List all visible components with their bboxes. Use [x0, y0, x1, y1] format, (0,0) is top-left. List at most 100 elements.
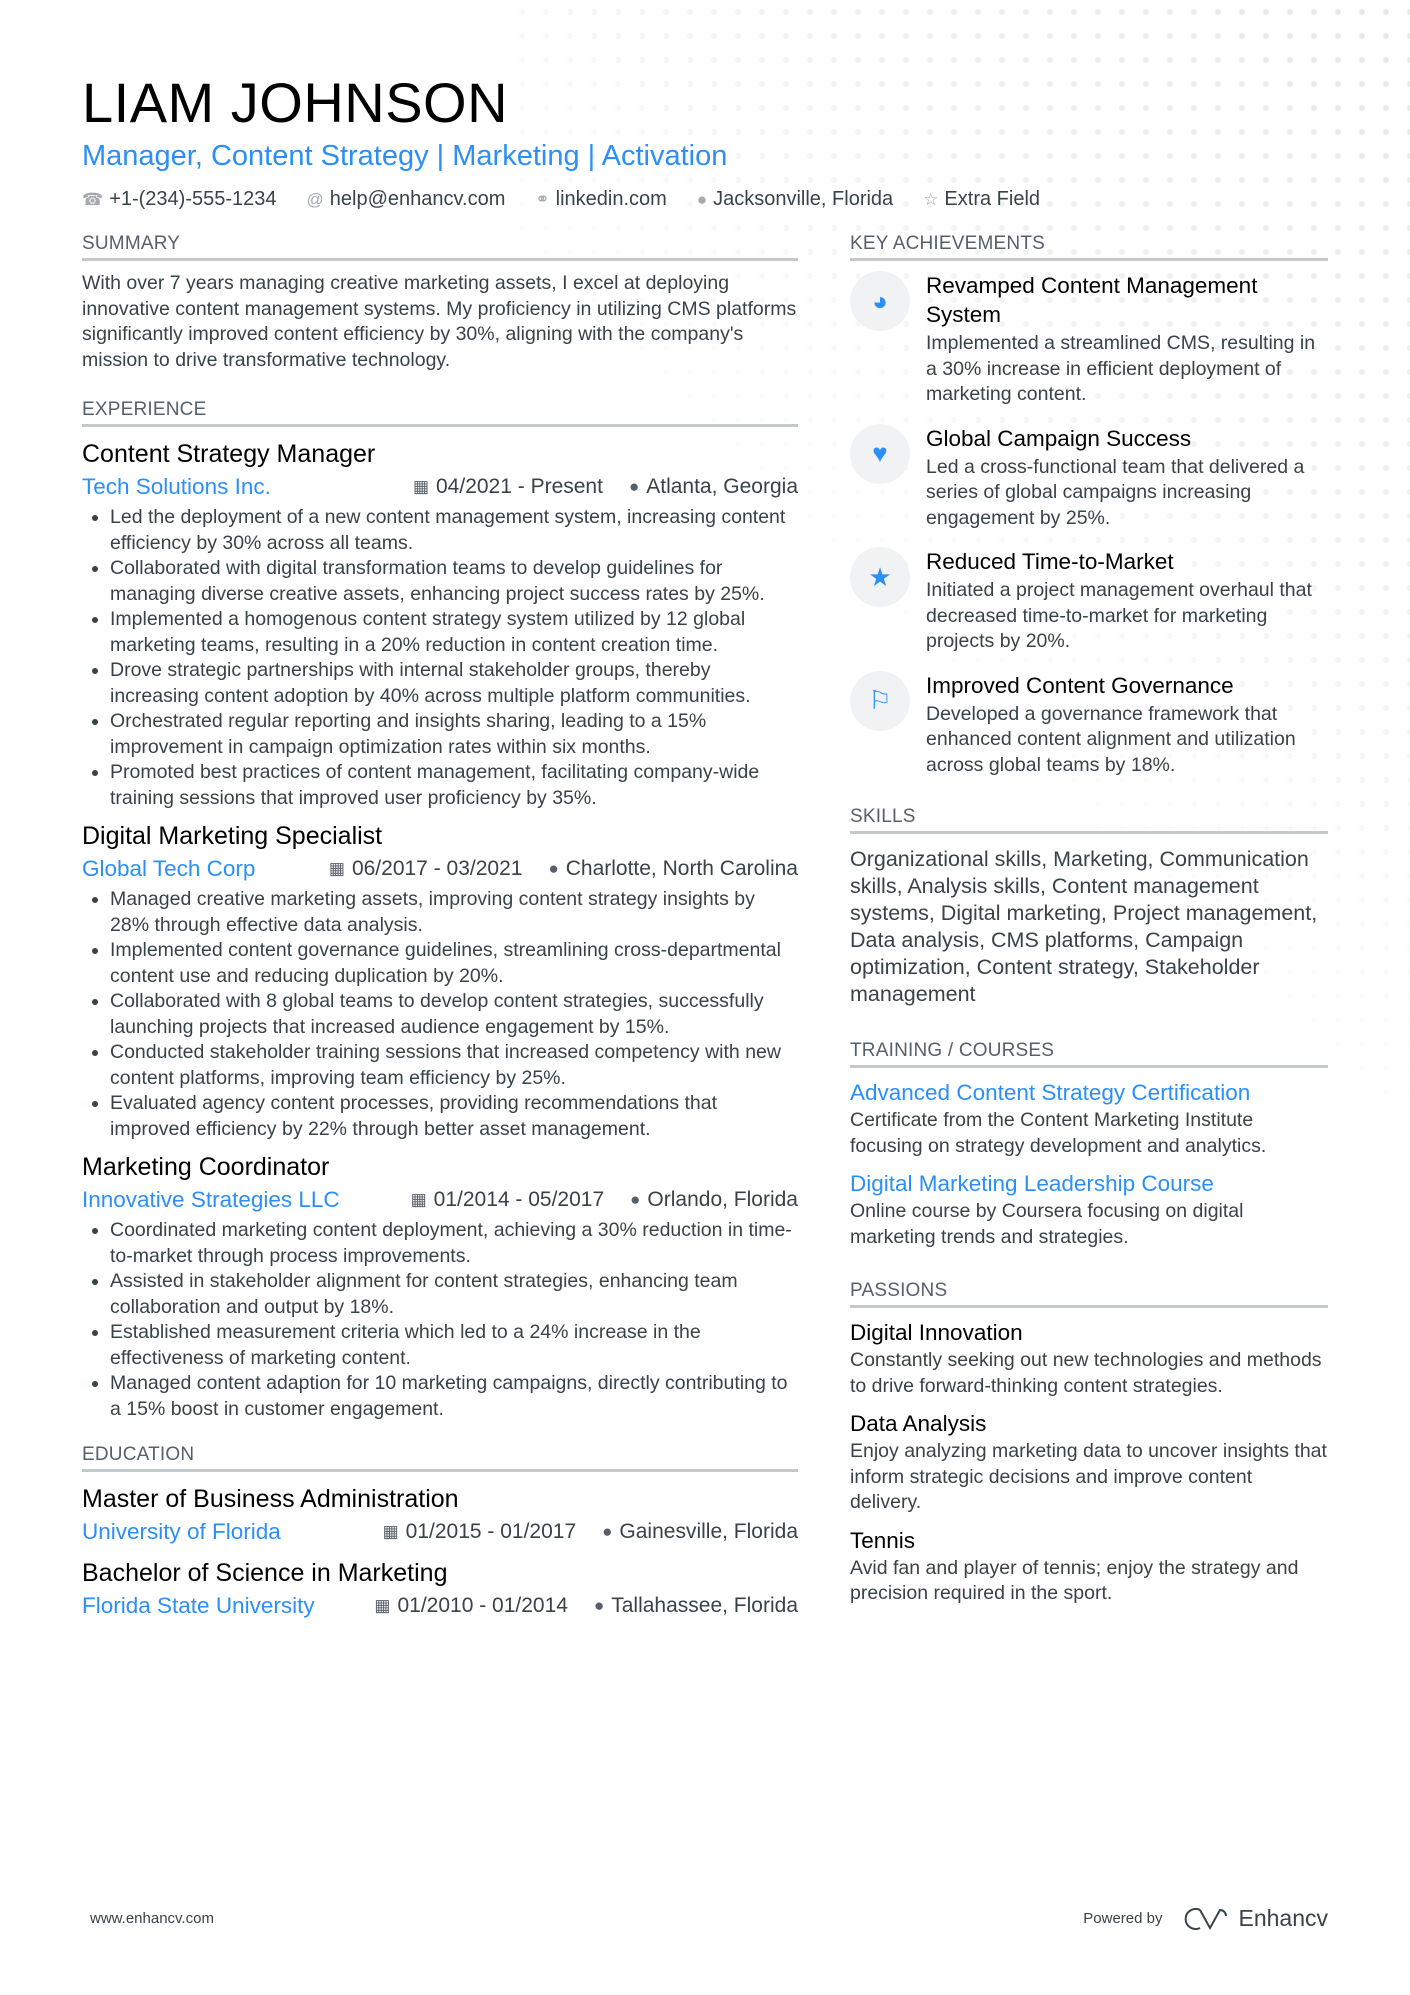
school-name: Florida State University — [82, 1593, 315, 1618]
candidate-title: Manager, Content Strategy | Marketing | … — [82, 140, 728, 172]
job-bullets: Coordinated marketing content deployment… — [82, 1218, 798, 1422]
achievement-title: Reduced Time-to-Market — [926, 549, 1174, 574]
calendar-icon: ▦ — [328, 859, 345, 878]
job-bullet: Led the deployment of a new content mana… — [110, 505, 798, 556]
school-name: University of Florida — [82, 1519, 281, 1544]
location-icon: ● — [593, 1596, 605, 1615]
passion-item: Digital Innovation Constantly seeking ou… — [850, 1318, 1328, 1399]
achievement-item: ⚐ Improved Content Governance Developed … — [850, 670, 1328, 779]
achievements-heading: KEY ACHIEVEMENTS — [850, 233, 1328, 261]
skills-text: Organizational skills, Marketing, Commun… — [850, 847, 1318, 1006]
job-entry: Marketing Coordinator Innovative Strateg… — [82, 1150, 798, 1422]
edu-dates: 01/2010 - 01/2014 — [397, 1594, 568, 1617]
degree-title: Bachelor of Science in Marketing — [82, 1559, 448, 1587]
phone-icon: ☎ — [82, 189, 104, 209]
job-bullet: Collaborated with 8 global teams to deve… — [110, 989, 798, 1040]
contact-email[interactable]: @ help@enhancv.com — [307, 188, 506, 211]
calendar-icon: ▦ — [374, 1596, 391, 1615]
job-bullet: Conducted stakeholder training sessions … — [110, 1040, 798, 1091]
training-heading: TRAINING / COURSES — [850, 1040, 1328, 1068]
job-bullet: Implemented a homogenous content strateg… — [110, 607, 798, 658]
contact-linkedin[interactable]: ⚭ linkedin.com — [535, 188, 666, 211]
passion-title: Tennis — [850, 1527, 916, 1553]
enhancv-logo-icon — [1185, 1907, 1228, 1930]
job-title: Content Strategy Manager — [82, 440, 376, 468]
education-entry: Master of Business Administration Univer… — [82, 1482, 798, 1548]
passion-desc: Constantly seeking out new technologies … — [850, 1349, 1322, 1397]
job-bullet: Managed content adaption for 10 marketin… — [110, 1371, 798, 1422]
summary-heading: SUMMARY — [82, 233, 798, 261]
job-bullet: Promoted best practices of content manag… — [110, 760, 798, 811]
experience-heading: EXPERIENCE — [82, 399, 798, 427]
course-desc: Online course by Coursera focusing on di… — [850, 1200, 1244, 1248]
passions-heading: PASSIONS — [850, 1280, 1328, 1308]
job-entry: Content Strategy Manager Tech Solutions … — [82, 437, 798, 811]
achievement-title: Improved Content Governance — [926, 672, 1234, 698]
location-icon: ● — [548, 859, 559, 878]
footer-website[interactable]: www.enhancv.com — [90, 1910, 214, 1927]
brand-name: Enhancv — [1238, 1905, 1328, 1931]
edu-location: Gainesville, Florida — [619, 1520, 798, 1543]
job-bullet: Coordinated marketing content deployment… — [110, 1218, 798, 1269]
flag-icon: ⚐ — [850, 670, 910, 731]
job-location: Orlando, Florida — [647, 1188, 798, 1211]
contact-email-text: help@enhancv.com — [329, 188, 506, 210]
calendar-icon: ▦ — [410, 1190, 427, 1209]
contact-phone[interactable]: ☎ +1-(234)-555-1234 — [82, 188, 277, 211]
achievement-desc: Implemented a streamlined CMS, resulting… — [926, 332, 1316, 405]
contact-bar: ☎ +1-(234)-555-1234 @ help@enhancv.com ⚭… — [82, 188, 1328, 211]
achievement-desc: Led a cross-functional team that deliver… — [926, 455, 1305, 529]
job-bullets: Led the deployment of a new content mana… — [82, 505, 798, 811]
passion-title: Data Analysis — [850, 1411, 987, 1436]
contact-location-text: Jacksonville, Florida — [713, 188, 894, 210]
contact-location: ● Jacksonville, Florida — [697, 188, 893, 211]
calendar-icon: ▦ — [412, 477, 429, 496]
at-icon: @ — [306, 189, 324, 209]
brain-head-icon: ◕ — [850, 271, 910, 331]
candidate-name: LIAM JOHNSON — [82, 71, 509, 134]
achievement-item: ♥ Global Campaign Success Led a cross-fu… — [850, 423, 1328, 532]
job-title: Digital Marketing Specialist — [82, 822, 383, 850]
achievement-title: Global Campaign Success — [926, 425, 1192, 451]
location-icon: ● — [602, 1522, 613, 1541]
link-icon: ⚭ — [535, 189, 550, 209]
right-column: KEY ACHIEVEMENTS ◕ Revamped Content Mana… — [850, 233, 1328, 1622]
course-desc: Certificate from the Content Marketing I… — [850, 1109, 1267, 1157]
achievement-item: ◕ Revamped Content Management System Imp… — [850, 271, 1328, 408]
education-entry: Bachelor of Science in Marketing Florida… — [82, 1556, 798, 1622]
achievement-item: ★ Reduced Time-to-Market Initiated a pro… — [850, 547, 1328, 655]
skills-heading: SKILLS — [850, 806, 1328, 834]
course-item: Advanced Content Strategy Certification … — [850, 1078, 1328, 1159]
job-bullet: Established measurement criteria which l… — [110, 1320, 798, 1371]
company-name: Tech Solutions Inc. — [82, 474, 271, 499]
star-icon: ★ — [850, 547, 910, 607]
enhancv-logo[interactable]: Enhancv — [1182, 1905, 1328, 1932]
job-dates: 01/2014 - 05/2017 — [433, 1188, 605, 1211]
achievement-desc: Developed a governance framework that en… — [926, 702, 1296, 776]
job-bullet: Evaluated agency content processes, prov… — [110, 1091, 798, 1142]
edu-location: Tallahassee, Florida — [611, 1594, 798, 1617]
job-bullet: Collaborated with digital transformation… — [110, 556, 798, 607]
course-title[interactable]: Advanced Content Strategy Certification — [850, 1078, 1328, 1108]
achievement-desc: Initiated a project management overhaul … — [926, 579, 1312, 652]
job-location: Atlanta, Georgia — [646, 475, 798, 498]
company-name: Innovative Strategies LLC — [82, 1187, 340, 1212]
course-title[interactable]: Digital Marketing Leadership Course — [850, 1169, 1328, 1199]
star-icon: ☆ — [923, 189, 939, 209]
summary-text: With over 7 years managing creative mark… — [82, 272, 797, 371]
heart-icon: ♥ — [850, 423, 910, 484]
achievement-title: Revamped Content Management System — [926, 273, 1258, 327]
job-bullet: Drove strategic partnerships with intern… — [110, 658, 798, 709]
job-location: Charlotte, North Carolina — [565, 857, 798, 880]
location-icon: ● — [696, 189, 708, 209]
job-bullet: Implemented content governance guideline… — [110, 938, 798, 989]
passion-item: Tennis Avid fan and player of tennis; en… — [850, 1526, 1328, 1607]
job-title: Marketing Coordinator — [82, 1153, 330, 1181]
job-entry: Digital Marketing Specialist Global Tech… — [82, 819, 798, 1142]
course-item: Digital Marketing Leadership Course Onli… — [850, 1169, 1328, 1250]
job-bullet: Orchestrated regular reporting and insig… — [110, 709, 798, 760]
education-heading: EDUCATION — [82, 1444, 798, 1472]
passion-desc: Avid fan and player of tennis; enjoy the… — [850, 1556, 1299, 1605]
powered-by-label: Powered by — [1083, 1910, 1163, 1927]
contact-extra-text: Extra Field — [944, 188, 1041, 210]
